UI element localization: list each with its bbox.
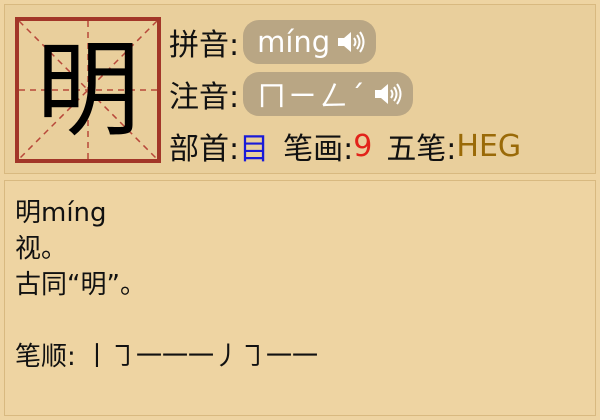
dictionary-page: 明 拼音: míng 注音: ㄇㄧㄥˊ 部首: 目 笔画: 9 五笔: HEG … xyxy=(0,0,600,420)
zhuyin-label: 注音: xyxy=(169,80,240,115)
stroke-order-label: 笔顺: xyxy=(15,342,76,372)
stroke-order-value: 丨㇆一一一丿㇆一一 xyxy=(84,342,319,372)
definition-panel: 明míng 视。 古同“明”。 笔顺: 丨㇆一一一丿㇆一一 xyxy=(4,180,596,416)
speaker-icon xyxy=(338,31,365,53)
strokes-value: 9 xyxy=(353,128,373,164)
radical-value[interactable]: 目 xyxy=(239,124,269,168)
strokes-label: 笔画: xyxy=(283,132,354,167)
wubi-label: 五笔: xyxy=(386,132,457,167)
definition-line: 明míng xyxy=(15,198,107,228)
pinyin-value: míng xyxy=(257,25,331,59)
speaker-icon xyxy=(374,83,402,105)
radical-label: 部首: xyxy=(169,132,240,167)
zhuyin-value: ㄇㄧㄥˊ xyxy=(257,79,367,113)
wubi-value: HEG xyxy=(456,128,522,164)
character-grid-box: 明 xyxy=(15,17,161,163)
character-header: 明 拼音: míng 注音: ㄇㄧㄥˊ 部首: 目 笔画: 9 五笔: HEG xyxy=(4,4,596,174)
definition-text: 明míng 视。 古同“明”。 笔顺: 丨㇆一一一丿㇆一一 xyxy=(15,195,318,375)
zhuyin-audio-button[interactable]: ㄇㄧㄥˊ xyxy=(243,72,413,116)
definition-line: 古同“明”。 xyxy=(15,270,146,300)
pinyin-row: 拼音: míng xyxy=(169,19,377,65)
character-meta-row: 部首: 目 笔画: 9 五笔: HEG xyxy=(169,123,521,169)
definition-line: 视。 xyxy=(15,234,68,264)
character-glyph: 明 xyxy=(35,29,140,151)
pinyin-label: 拼音: xyxy=(169,28,240,63)
stroke-order-line: 笔顺: 丨㇆一一一丿㇆一一 xyxy=(15,339,318,375)
pinyin-audio-button[interactable]: míng xyxy=(243,20,377,64)
zhuyin-row: 注音: ㄇㄧㄥˊ xyxy=(169,71,413,117)
